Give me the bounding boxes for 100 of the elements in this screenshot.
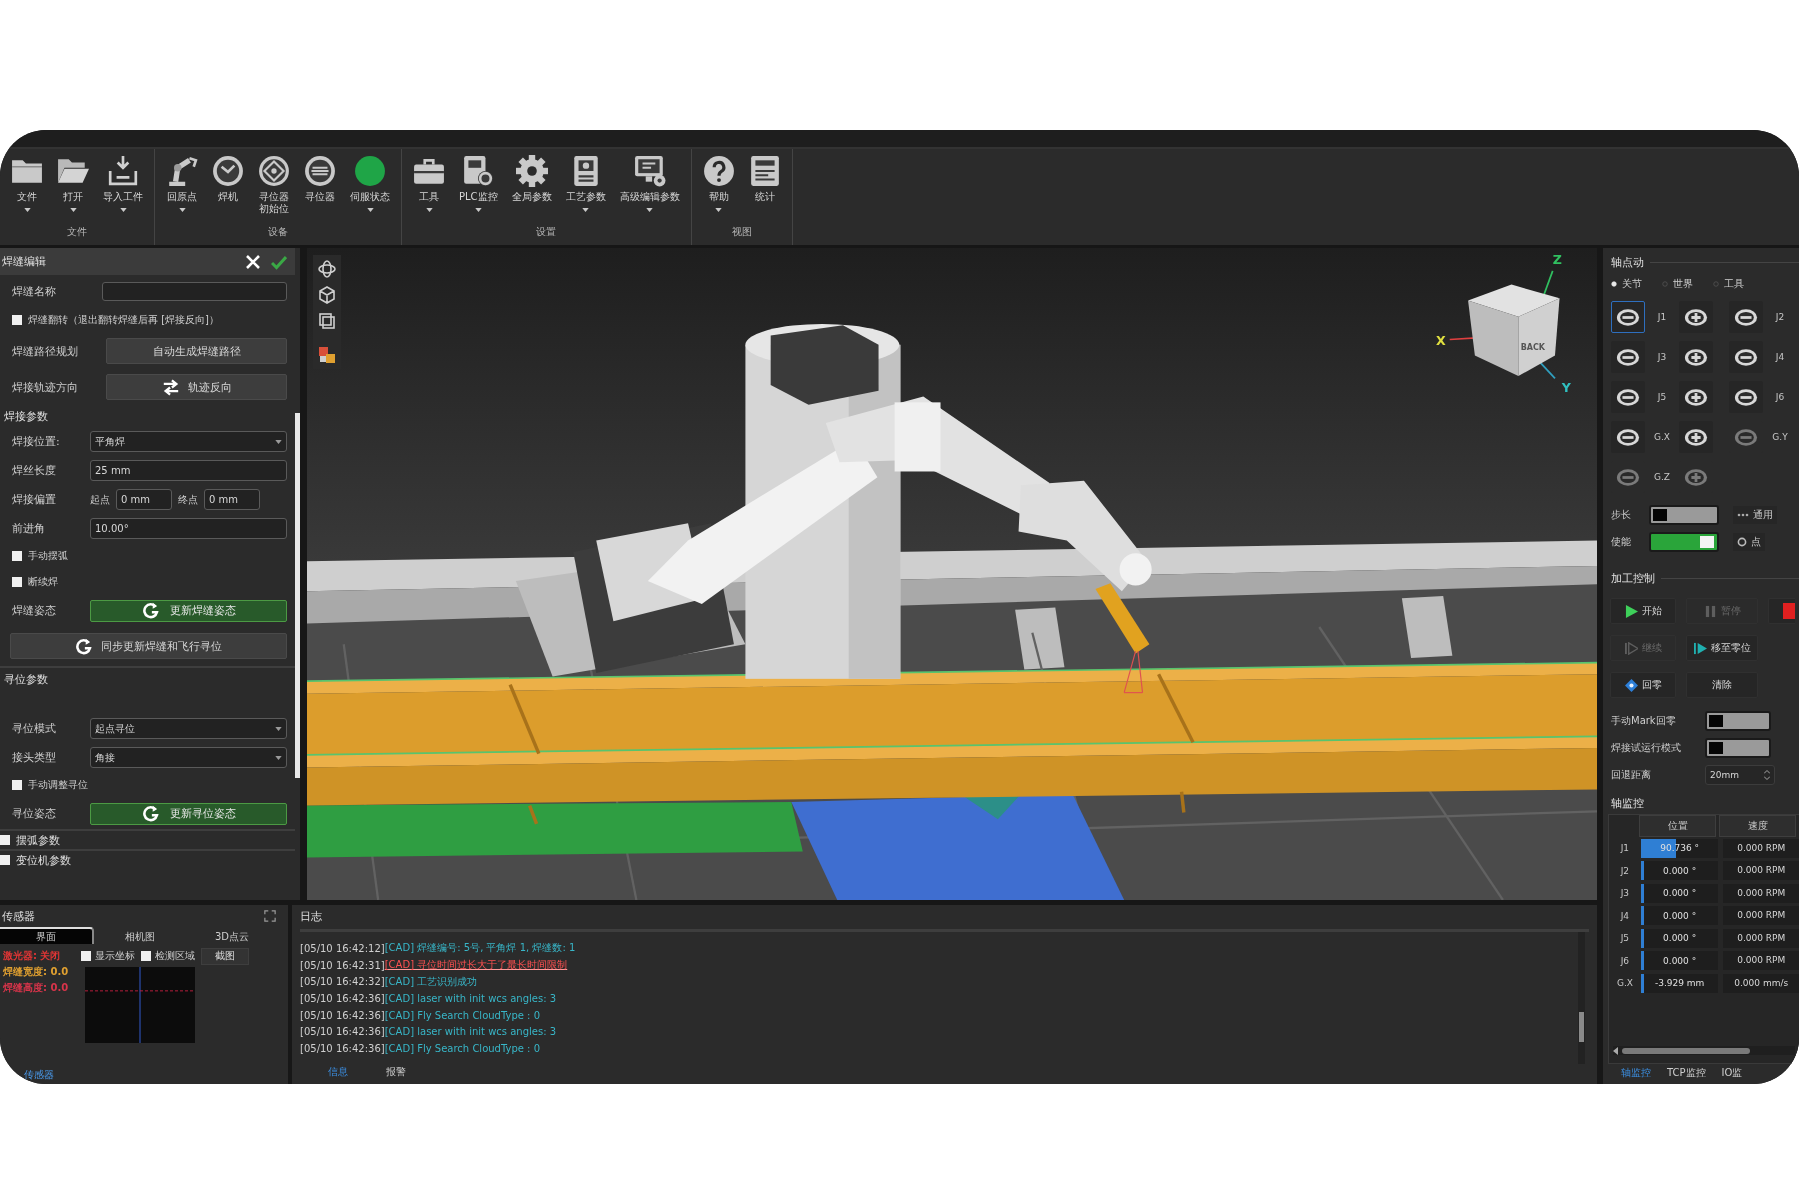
reverse-button[interactable]: 轨迹反向 xyxy=(106,374,287,400)
spin-box[interactable]: 20mm xyxy=(1705,764,1775,785)
toggle-switch[interactable] xyxy=(1649,531,1719,552)
table-cell: 0.000 RPM xyxy=(1723,861,1799,881)
jog-minus-button[interactable] xyxy=(1611,381,1645,413)
radio-option[interactable]: 世界 xyxy=(1662,277,1693,291)
text-field[interactable] xyxy=(102,281,287,301)
jog-minus-button[interactable] xyxy=(1611,421,1645,453)
toolbar-button[interactable]: 帮助 xyxy=(695,155,742,212)
scrollbar[interactable] xyxy=(1579,1012,1584,1042)
checkbox[interactable] xyxy=(12,577,22,587)
jog-minus-button[interactable] xyxy=(1729,381,1763,413)
checkbox[interactable] xyxy=(141,951,151,961)
toolbar-button[interactable]: 导入工件 xyxy=(96,155,150,212)
control-button[interactable]: 回零 xyxy=(1610,672,1676,698)
jog-plus-button[interactable] xyxy=(1679,301,1713,333)
update-button[interactable]: 更新焊缝姿态 xyxy=(90,599,287,622)
checkbox[interactable] xyxy=(12,315,22,325)
section-title[interactable]: 焊接参数 xyxy=(4,408,48,424)
color-cube-icon[interactable] xyxy=(317,345,337,365)
control-button[interactable]: 开始 xyxy=(1610,598,1676,624)
toolbar-button[interactable]: 焊机 xyxy=(205,155,251,203)
capture-button[interactable]: 截图 xyxy=(201,947,249,965)
tab[interactable]: IO监 xyxy=(1721,1066,1743,1080)
radio-icon[interactable] xyxy=(1662,281,1668,287)
tab[interactable]: 界面 xyxy=(0,927,94,944)
dropdown[interactable]: 角接 xyxy=(90,747,287,768)
toolbar-button[interactable]: 打开 xyxy=(50,155,96,212)
tab[interactable]: 轴监控 xyxy=(1621,1066,1651,1080)
checkbox[interactable] xyxy=(12,551,22,561)
orbit-icon[interactable] xyxy=(317,259,337,279)
control-button[interactable]: 清除 xyxy=(1686,672,1758,698)
section-title[interactable]: 变位机参数 xyxy=(16,852,71,868)
jog-plus-button[interactable] xyxy=(1679,381,1713,413)
text-field[interactable]: 10.00° xyxy=(90,518,287,539)
expand-icon[interactable] xyxy=(264,910,276,922)
toolbar-button[interactable]: 工艺参数 xyxy=(558,155,613,212)
spin-arrows-icon[interactable] xyxy=(1764,768,1770,781)
view-cube[interactable] xyxy=(1448,270,1560,380)
text-field[interactable]: 25 mm xyxy=(90,460,287,481)
toolbar-button[interactable]: 全局参数 xyxy=(504,155,559,203)
dropdown[interactable]: 平角焊 xyxy=(90,431,287,452)
sync-button[interactable]: 同步更新焊缝和飞行寻位 xyxy=(10,633,287,659)
tab[interactable]: 相机图 xyxy=(94,929,186,944)
cube-frame-icon[interactable] xyxy=(317,311,337,331)
toolbar-button[interactable]: 文件 xyxy=(4,155,50,212)
radio-option[interactable]: 工具 xyxy=(1713,277,1744,291)
readout-text: 焊缝高度: 0.0 xyxy=(3,981,70,994)
radio-option[interactable]: 关节 xyxy=(1611,277,1642,291)
close-icon[interactable] xyxy=(245,253,261,270)
log-timestamp: [05/10 16:42:31] xyxy=(300,959,385,971)
toolbar-button[interactable]: 统计 xyxy=(741,155,788,203)
checkbox[interactable] xyxy=(81,951,91,961)
cube-icon[interactable] xyxy=(317,285,337,305)
axis-label: X xyxy=(1436,333,1446,349)
jog-minus-button[interactable] xyxy=(1611,301,1645,333)
tab[interactable]: 信息 xyxy=(324,1065,352,1079)
swap-arrows-icon xyxy=(161,378,180,396)
tab[interactable]: TCP监控 xyxy=(1667,1066,1706,1080)
checkbox-label: 检测区域 xyxy=(155,949,195,963)
checkbox[interactable] xyxy=(12,780,22,790)
control-button[interactable]: 移至零位 xyxy=(1686,635,1758,661)
toolbar-button[interactable]: 伺服状态 xyxy=(343,155,397,212)
expand-toggle[interactable] xyxy=(0,855,10,865)
expand-toggle[interactable] xyxy=(0,835,10,845)
section-title[interactable]: 寻位参数 xyxy=(4,672,48,687)
minus-icon xyxy=(1734,347,1758,367)
jog-minus-button[interactable] xyxy=(1729,301,1763,333)
scrollbar[interactable] xyxy=(1613,1046,1795,1055)
scroll-left-arrow-icon[interactable] xyxy=(1613,1046,1618,1055)
mode-option[interactable]: 点 xyxy=(1733,532,1765,551)
text-field[interactable]: 0 mm xyxy=(204,489,260,510)
stop-button[interactable] xyxy=(1768,598,1795,624)
toggle-switch[interactable] xyxy=(1649,504,1719,525)
text-field[interactable]: 0 mm xyxy=(116,489,172,510)
field-label: 寻位姿态 xyxy=(12,806,57,821)
toggle-switch[interactable] xyxy=(1705,710,1771,731)
mode-option[interactable]: 通用 xyxy=(1733,505,1777,524)
jog-plus-button[interactable] xyxy=(1679,341,1713,373)
toolbar-button[interactable]: 回原点 xyxy=(159,155,205,212)
dropdown[interactable]: 起点寻位 xyxy=(90,718,287,739)
toolbar-button[interactable]: 工具 xyxy=(406,155,452,212)
toolbar-button[interactable]: 寻位器 xyxy=(297,155,343,203)
tab[interactable]: 传感器 xyxy=(24,1069,54,1080)
jog-minus-button[interactable] xyxy=(1611,341,1645,373)
checkmark-icon[interactable] xyxy=(271,253,287,270)
toolbar-button[interactable]: PLC监控 xyxy=(452,155,505,212)
jog-minus-button[interactable] xyxy=(1729,341,1763,373)
update-button[interactable]: 更新寻位姿态 xyxy=(90,802,287,825)
radio-icon[interactable] xyxy=(1713,281,1719,287)
section-title[interactable]: 摆弧参数 xyxy=(16,832,60,848)
toggle-switch[interactable] xyxy=(1705,737,1771,758)
tab[interactable]: 3D点云 xyxy=(186,929,278,944)
tab[interactable]: 报警 xyxy=(382,1065,410,1079)
jog-plus-button[interactable] xyxy=(1679,421,1713,453)
toolbar-button[interactable]: 高级编辑参数 xyxy=(612,155,687,212)
field-label: 焊缝姿态 xyxy=(12,603,57,618)
toolbar-button[interactable]: 寻位器 初始位 xyxy=(251,155,297,215)
scrollbar[interactable] xyxy=(295,413,300,778)
action-button[interactable]: 自动生成焊缝路径 xyxy=(106,338,287,364)
